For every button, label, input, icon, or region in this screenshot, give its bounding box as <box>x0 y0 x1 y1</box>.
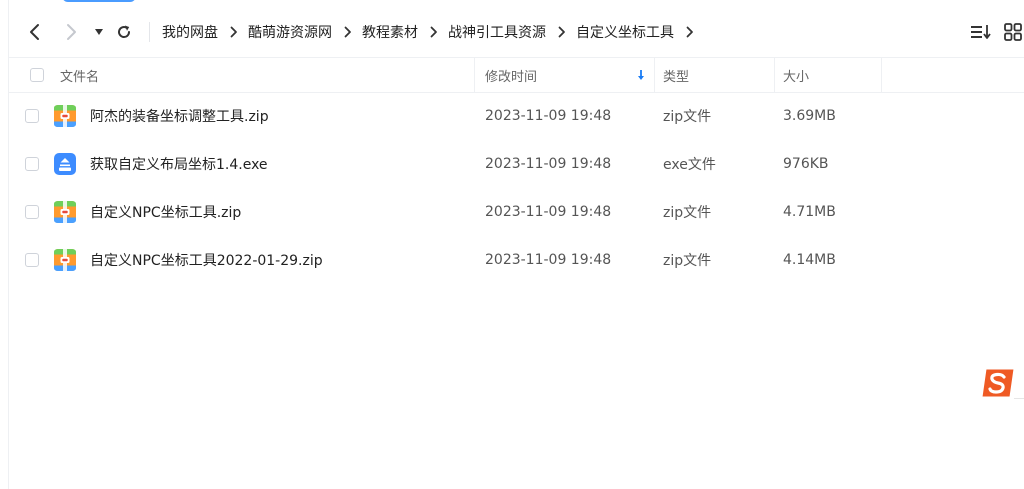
column-header-modified[interactable]: 修改时间 <box>485 58 537 92</box>
file-size: 4.71MB <box>783 204 836 220</box>
breadcrumb-separator-icon <box>558 26 566 38</box>
file-modified-time: 2023-11-09 19:48 <box>485 252 612 268</box>
column-divider <box>474 58 475 92</box>
file-type: zip文件 <box>663 253 712 269</box>
forward-button[interactable] <box>58 10 86 54</box>
breadcrumb-separator-icon <box>344 26 352 38</box>
breadcrumb-separator-icon <box>230 26 238 38</box>
select-all-checkbox[interactable] <box>30 68 44 82</box>
breadcrumb-item-tool-resources[interactable]: 战神引工具资源 <box>448 22 546 42</box>
file-modified-time: 2023-11-09 19:48 <box>485 204 612 220</box>
column-divider <box>654 58 655 92</box>
file-list-header: 文件名 修改时间 类型 大小 <box>8 57 1024 93</box>
column-header-name[interactable]: 文件名 <box>60 58 99 92</box>
sogou-ime-logo-icon[interactable] <box>980 367 1016 399</box>
breadcrumb-item-tutorial-materials[interactable]: 教程素材 <box>362 22 418 42</box>
grid-view-icon <box>1004 23 1022 41</box>
breadcrumb-item-resource-site[interactable]: 酷萌游资源网 <box>248 22 332 42</box>
sort-list-icon <box>971 25 991 39</box>
breadcrumb: 我的网盘 酷萌游资源网 教程素材 战神引工具资源 自定义坐标工具 <box>162 10 704 54</box>
back-button[interactable] <box>20 10 48 54</box>
exe-file-icon <box>54 153 76 175</box>
file-size: 976KB <box>783 156 829 172</box>
file-type: exe文件 <box>663 157 716 173</box>
column-divider <box>881 58 882 92</box>
file-name[interactable]: 获取自定义布局坐标1.4.exe <box>90 140 268 188</box>
grid-view-button[interactable] <box>1004 23 1022 45</box>
history-dropdown-button[interactable] <box>90 10 108 54</box>
file-name[interactable]: 自定义NPC坐标工具2022-01-29.zip <box>90 236 323 284</box>
file-modified-time: 2023-11-09 19:48 <box>485 108 612 124</box>
refresh-button[interactable] <box>112 10 136 54</box>
table-row[interactable]: 阿杰的装备坐标调整工具.zip 2023-11-09 19:48 zip文件 3… <box>8 92 1024 140</box>
sort-order-button[interactable] <box>970 23 992 45</box>
file-type: zip文件 <box>663 109 712 125</box>
file-name[interactable]: 自定义NPC坐标工具.zip <box>90 188 241 236</box>
zip-archive-icon <box>54 201 76 223</box>
row-checkbox[interactable] <box>25 205 39 219</box>
refresh-icon <box>118 25 131 38</box>
caret-down-icon <box>95 29 103 35</box>
chevron-left-icon <box>30 24 39 40</box>
table-row[interactable]: 自定义NPC坐标工具2022-01-29.zip 2023-11-09 19:4… <box>8 236 1024 284</box>
toolbar: 我的网盘 酷萌游资源网 教程素材 战神引工具资源 自定义坐标工具 <box>0 10 1024 54</box>
zip-archive-icon <box>54 105 76 127</box>
column-header-size[interactable]: 大小 <box>783 58 809 92</box>
column-header-type[interactable]: 类型 <box>663 58 689 92</box>
active-tab-indicator <box>62 0 136 2</box>
chevron-right-icon <box>67 24 76 40</box>
file-size: 4.14MB <box>783 252 836 268</box>
row-checkbox[interactable] <box>25 157 39 171</box>
row-checkbox[interactable] <box>25 109 39 123</box>
zip-archive-icon <box>54 249 76 271</box>
toolbar-divider <box>149 22 150 42</box>
ime-toolbar-edge <box>1014 398 1024 399</box>
file-size: 3.69MB <box>783 108 836 124</box>
column-divider <box>774 58 775 92</box>
breadcrumb-item-my-drive[interactable]: 我的网盘 <box>162 22 218 42</box>
row-checkbox[interactable] <box>25 253 39 267</box>
table-row[interactable]: 获取自定义布局坐标1.4.exe 2023-11-09 19:48 exe文件 … <box>8 140 1024 188</box>
file-modified-time: 2023-11-09 19:48 <box>485 156 612 172</box>
file-name[interactable]: 阿杰的装备坐标调整工具.zip <box>90 92 269 140</box>
breadcrumb-separator-icon <box>686 26 694 38</box>
sort-descending-icon[interactable] <box>637 58 645 92</box>
file-type: zip文件 <box>663 205 712 221</box>
table-row[interactable]: 自定义NPC坐标工具.zip 2023-11-09 19:48 zip文件 4.… <box>8 188 1024 236</box>
breadcrumb-separator-icon <box>430 26 438 38</box>
breadcrumb-item-current-folder[interactable]: 自定义坐标工具 <box>576 22 674 42</box>
